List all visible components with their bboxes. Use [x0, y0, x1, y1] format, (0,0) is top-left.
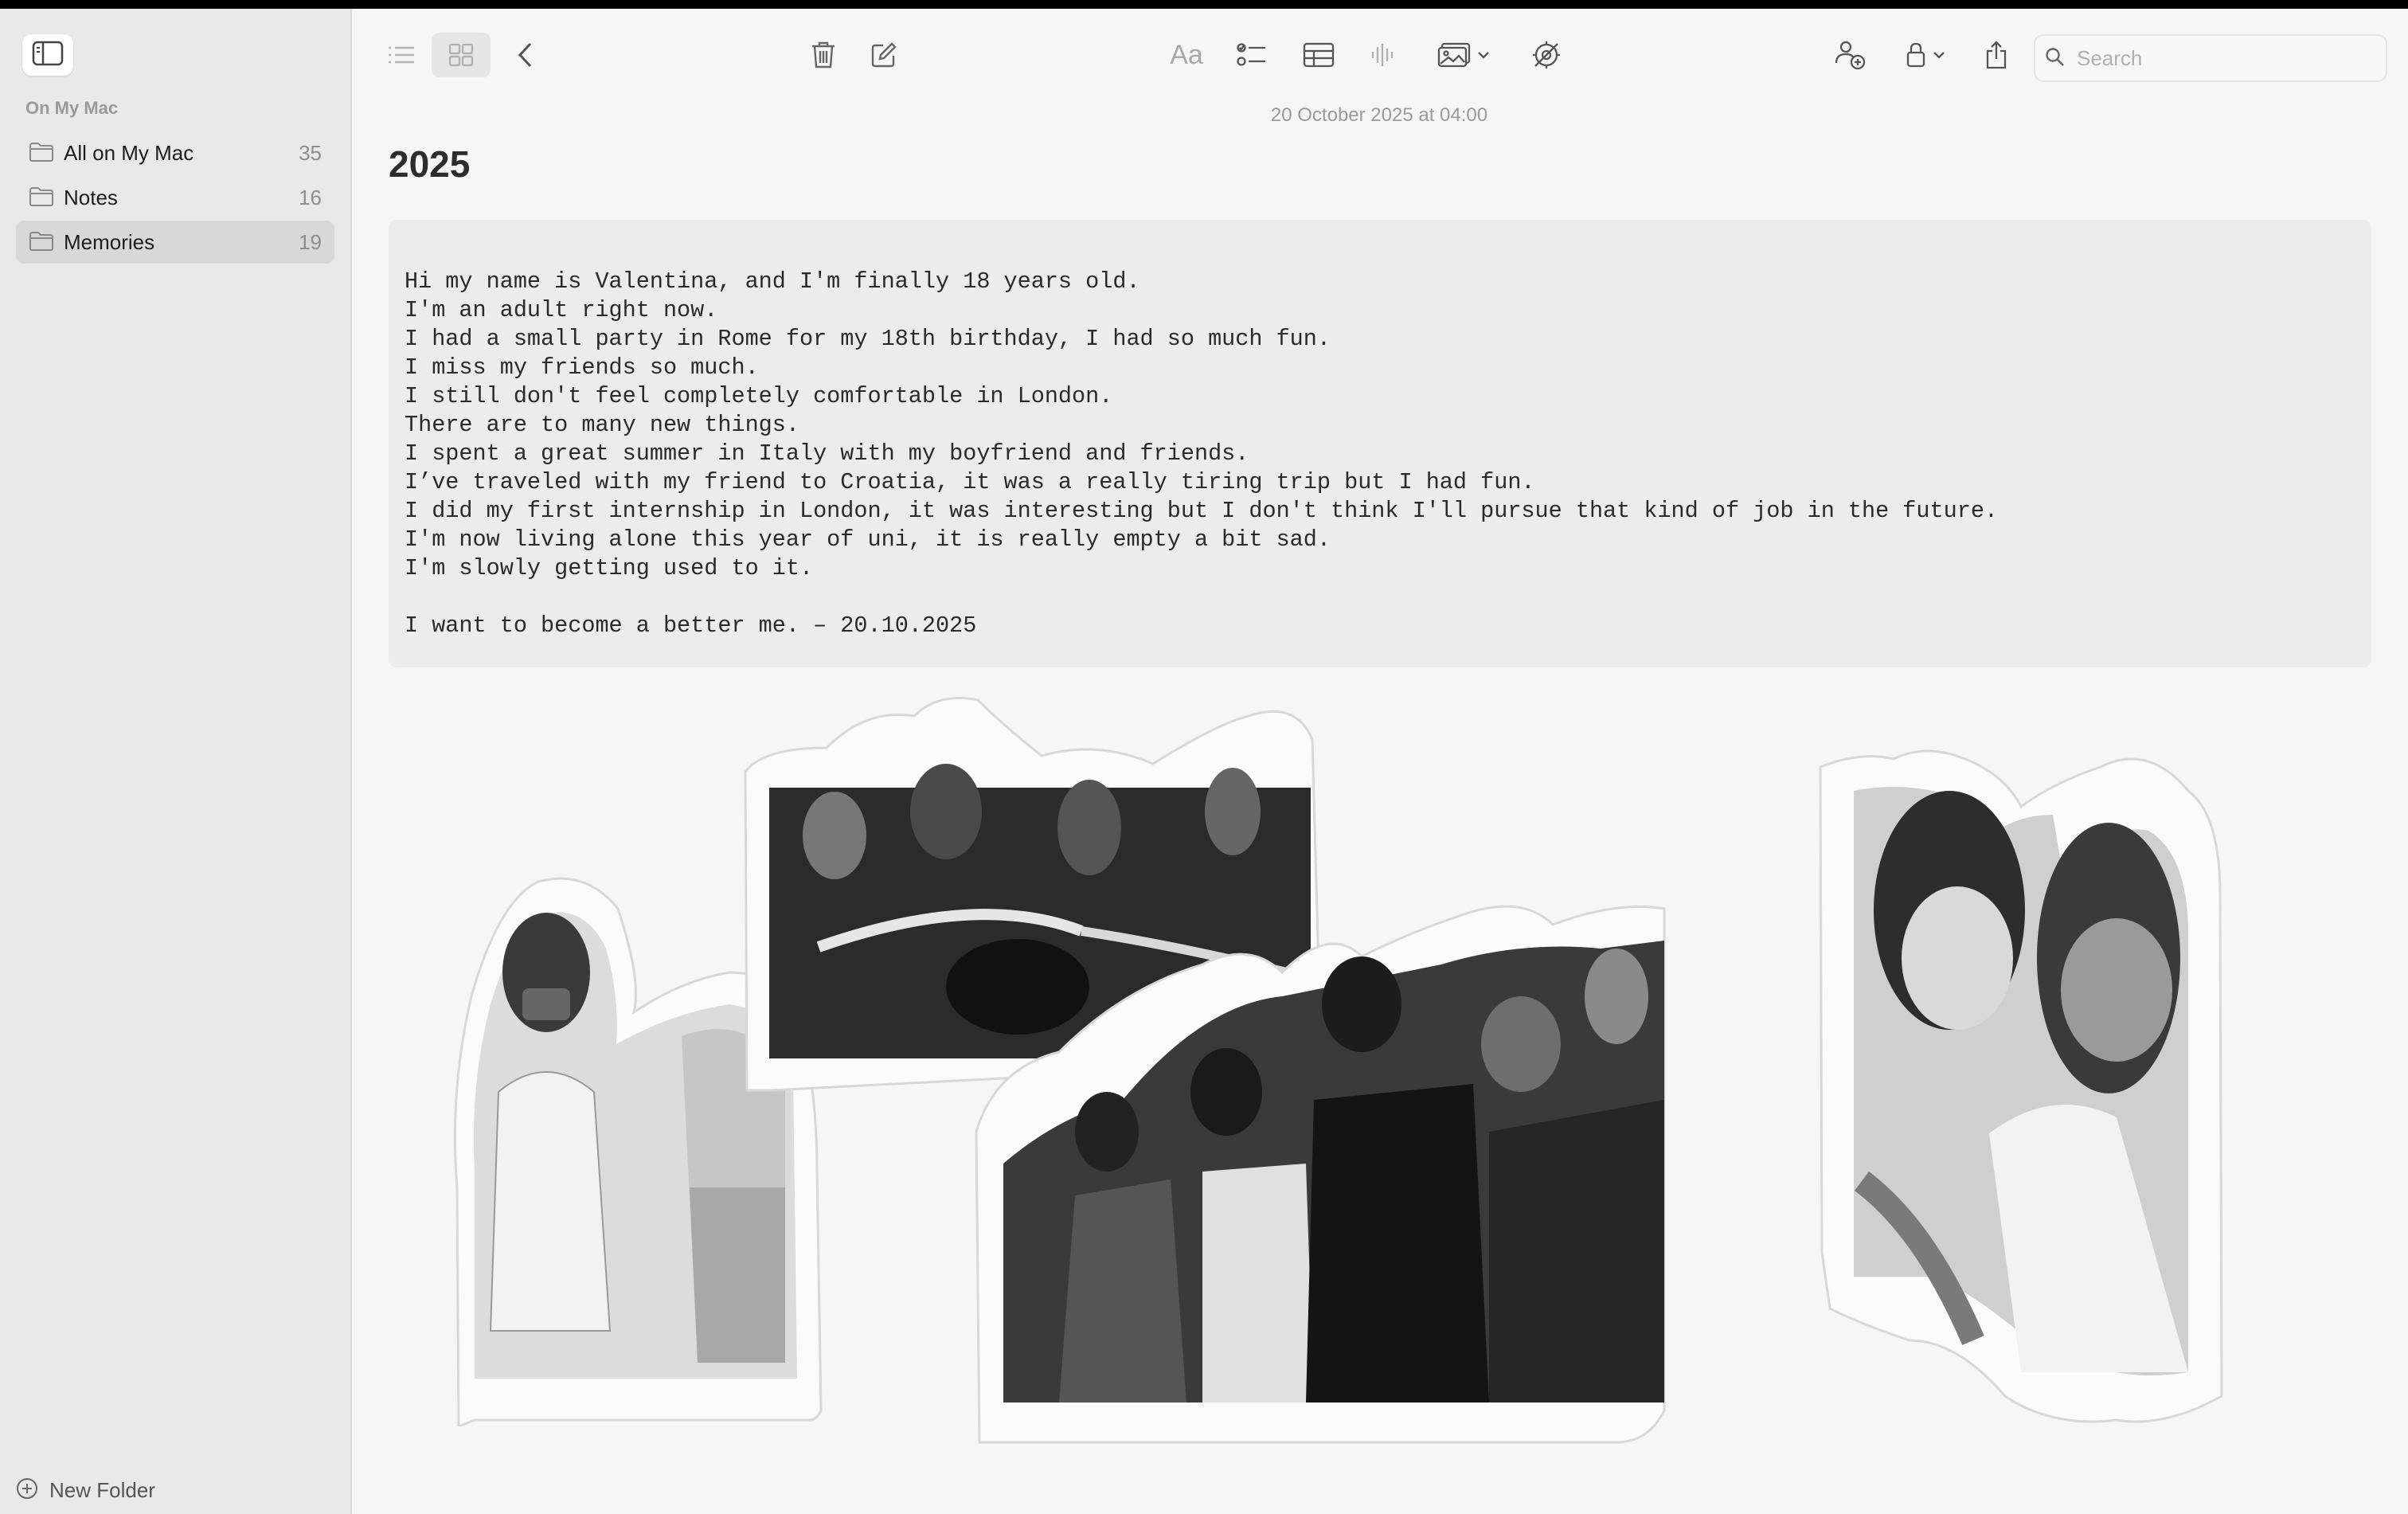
compose-button[interactable] [863, 31, 905, 79]
note-line: I still don't feel completely comfortabl… [405, 383, 1113, 409]
folder-count: 16 [299, 185, 322, 209]
chevron-down-icon [1933, 50, 1945, 60]
folder-count: 35 [299, 140, 322, 165]
folder-icon [29, 186, 54, 211]
sidebar: On My Mac All on My Mac 35 Notes 16 Memo… [0, 9, 352, 1514]
sidebar-icon [32, 41, 64, 70]
table-icon [1303, 42, 1335, 68]
audio-waveform-icon [1370, 42, 1394, 68]
note-line: I’ve traveled with my friend to Croatia,… [405, 469, 1535, 495]
collaborate-icon [1833, 39, 1868, 71]
list-view-button[interactable] [379, 31, 424, 79]
share-button[interactable] [1976, 31, 2016, 79]
trash-icon [811, 41, 836, 69]
note-code-block[interactable]: Hi my name is Valentina, and I'm finally… [389, 220, 2371, 667]
note-line: I spent a great summer in Italy with my … [405, 440, 1249, 467]
search-icon [2045, 47, 2066, 72]
note-line: I'm slowly getting used to it. [405, 555, 814, 581]
note-title[interactable]: 2025 [389, 143, 470, 186]
new-folder-label: New Folder [49, 1477, 155, 1502]
table-button[interactable] [1296, 31, 1341, 79]
note-line: I want to become a better me. – 20.10.20… [405, 612, 977, 639]
gallery-view-button[interactable] [432, 33, 491, 77]
note-line: I'm now living alone this year of uni, i… [405, 526, 1331, 553]
link-icon [1530, 39, 1562, 71]
note-line: Hi my name is Valentina, and I'm finally… [405, 268, 1140, 295]
format-button[interactable]: Aa [1166, 31, 1207, 79]
folder-all-on-my-mac[interactable]: All on My Mac 35 [16, 131, 334, 174]
folder-notes[interactable]: Notes 16 [16, 176, 334, 219]
plus-circle-icon [16, 1477, 38, 1504]
note-timestamp: 20 October 2025 at 04:00 [1270, 104, 1488, 126]
note-line: There are to many new things. [405, 412, 799, 438]
back-button[interactable] [506, 31, 545, 79]
notes-window: On My Mac All on My Mac 35 Notes 16 Memo… [0, 9, 2408, 1514]
sidebar-toggle-button[interactable] [22, 34, 73, 76]
note-line: I'm an adult right now. [405, 297, 718, 323]
gallery-view-icon [448, 43, 474, 67]
section-label-on-my-mac: On My Mac [25, 98, 119, 118]
lock-icon [1906, 41, 1926, 68]
delete-button[interactable] [803, 31, 844, 79]
group-hug-photo[interactable] [964, 893, 1696, 1450]
folder-name: Memories [64, 229, 155, 254]
media-icon [1437, 42, 1472, 68]
checklist-icon [1237, 42, 1267, 68]
format-icon: Aa [1170, 39, 1203, 70]
media-button[interactable] [1430, 31, 1497, 79]
note-line: I did my first internship in London, it … [405, 498, 1999, 524]
list-view-icon [387, 44, 416, 66]
note-line: I miss my friends so much. [405, 354, 759, 381]
folder-count: 19 [299, 229, 322, 254]
selfie-photo[interactable] [1814, 735, 2260, 1436]
checklist-button[interactable] [1231, 31, 1272, 79]
lock-button[interactable] [1897, 31, 1954, 79]
search-input[interactable] [2075, 42, 2373, 74]
folder-name: Notes [64, 185, 118, 209]
chevron-down-icon [1477, 50, 1490, 60]
audio-button[interactable] [1363, 31, 1401, 79]
chevron-left-icon [517, 41, 534, 68]
folder-icon [29, 231, 54, 256]
new-folder-button[interactable]: New Folder [16, 1474, 155, 1506]
compose-icon [870, 41, 897, 68]
folder-name: All on My Mac [64, 140, 194, 165]
folder-memories[interactable]: Memories 19 [16, 221, 334, 264]
collaborate-button[interactable] [1827, 31, 1874, 79]
folder-icon [29, 142, 54, 166]
link-button[interactable] [1524, 31, 1569, 79]
note-line: I had a small party in Rome for my 18th … [405, 326, 1331, 352]
share-icon [1984, 40, 2008, 70]
search-field[interactable] [2034, 34, 2387, 82]
